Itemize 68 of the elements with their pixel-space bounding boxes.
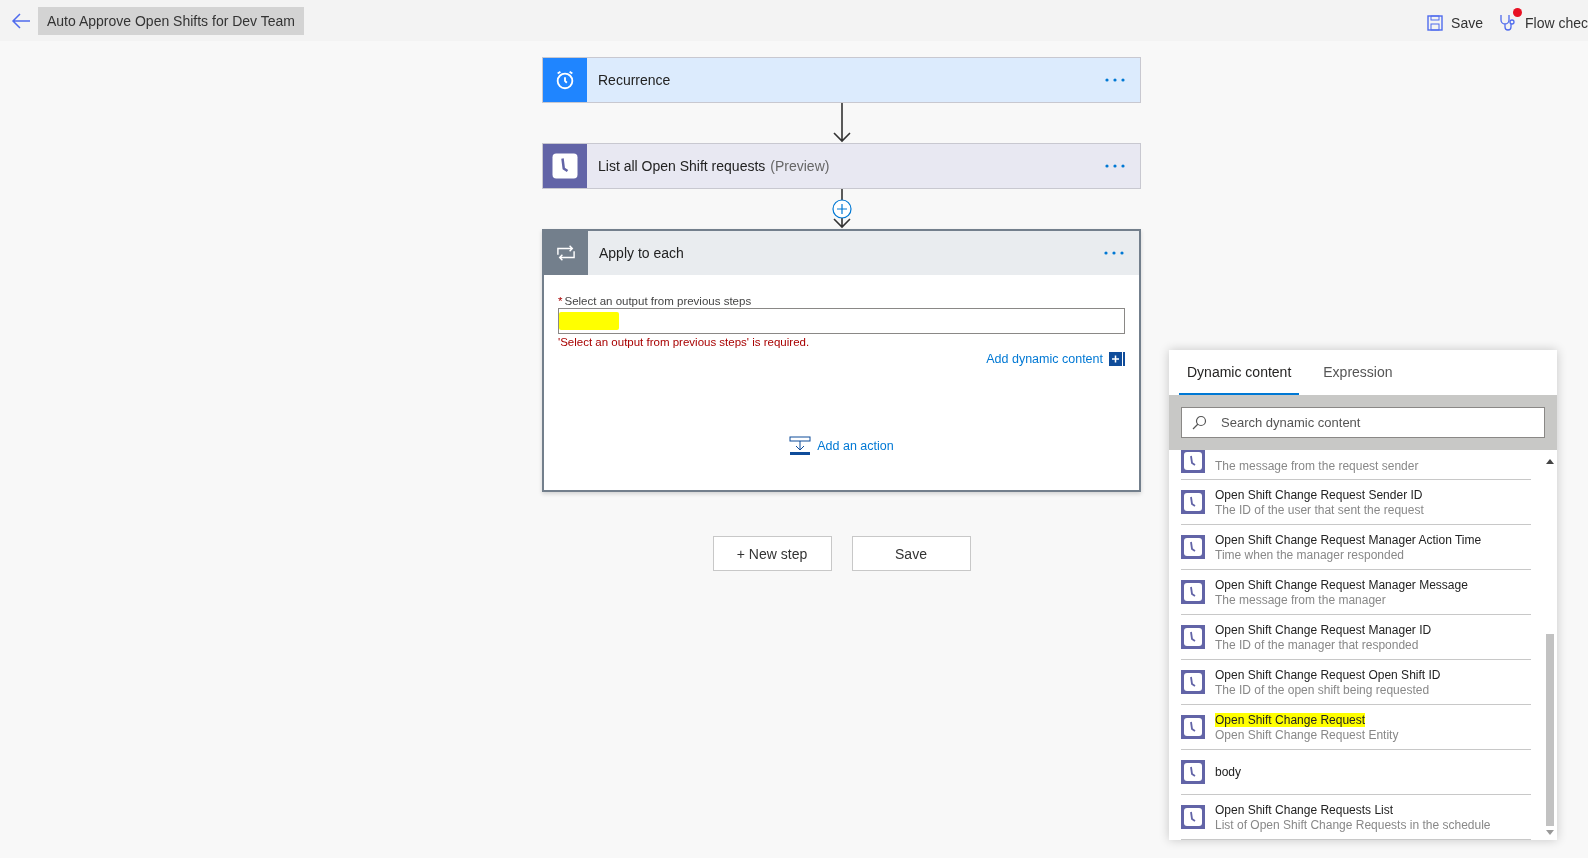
dynamic-content-item[interactable]: Open Shift Change Request Manager Message The message from the manager (1181, 570, 1531, 615)
dynamic-content-item[interactable]: Open Shift Change Request Open Shift ID The ID of the open shift being requested (1181, 660, 1531, 705)
item-title: body (1215, 765, 1242, 779)
flow-title: Auto Approve Open Shifts for Dev Team (38, 6, 304, 35)
dynamic-content-item[interactable]: Open Shift Change Request Open Shift Change Request Entity (1181, 705, 1531, 750)
error-message: 'Select an output from previous steps' is required. (558, 336, 811, 348)
dynamic-content-item[interactable]: The message from the request sender (1181, 450, 1531, 480)
more-options-icon[interactable] (1104, 163, 1126, 169)
add-action-icon[interactable] (789, 436, 812, 456)
scroll-down-icon[interactable] (1546, 830, 1554, 836)
clock-icon (1181, 580, 1205, 604)
item-description: The message from the manager (1215, 592, 1387, 607)
item-description: List of Open Shift Change Requests in the schedule (1215, 817, 1491, 832)
field-label: * Select an output from previous steps (558, 295, 753, 307)
clock-icon (1181, 450, 1205, 473)
alarm-clock-icon (554, 69, 576, 91)
item-title: Open Shift Change Request Manager ID (1215, 622, 1432, 637)
clock-icon (1181, 490, 1205, 514)
item-title: Open Shift Change Request (1215, 712, 1366, 727)
more-options-icon[interactable] (1103, 250, 1125, 256)
clock-icon (1181, 715, 1205, 739)
loop-arrows-icon (555, 244, 577, 262)
item-title: Open Shift Change Requests List (1215, 802, 1394, 817)
add-dynamic-content-link[interactable]: Add dynamic content (986, 352, 1103, 366)
clock-icon (550, 151, 580, 181)
item-description: Time when the manager responded (1215, 547, 1405, 562)
panel-tab[interactable]: Expression (1315, 350, 1401, 395)
stethoscope-icon (1498, 13, 1517, 32)
save-icon (1427, 14, 1444, 31)
item-description: The ID of the user that sent the request (1215, 502, 1424, 517)
dynamic-content-item[interactable]: Open Shift Change Requests List List of Open Shift Change Requests in the schedule (1181, 795, 1531, 840)
connector-arrow (830, 103, 853, 143)
step-card[interactable]: Recurrence (542, 57, 1141, 103)
add-step-icon[interactable] (831, 199, 852, 219)
step-title: List all Open Shift requests (598, 158, 766, 174)
clock-icon (1181, 760, 1205, 784)
item-description: The ID of the manager that responded (1215, 637, 1420, 652)
item-description: Open Shift Change Request Entity (1215, 727, 1399, 742)
item-title: Open Shift Change Request Open Shift ID (1215, 667, 1441, 682)
new-step-button[interactable]: + New step (712, 536, 832, 571)
preview-tag: (Preview) (770, 158, 830, 174)
step-card[interactable]: Apply to each * Select an output from previous steps 'Select an output from previous steps' is required. Add dynamic content Add an action (542, 229, 1141, 492)
dynamic-content-item[interactable]: Open Shift Change Request Sender ID The ID of the user that sent the request (1181, 480, 1531, 525)
item-title: Open Shift Change Request Sender ID (1215, 487, 1423, 502)
step-title: Apply to each (599, 245, 684, 261)
step-title: Recurrence (598, 72, 671, 88)
item-description: The ID of the open shift being requested (1215, 682, 1431, 697)
input-field[interactable] (558, 308, 1125, 334)
search-field[interactable]: Search dynamic content (1181, 407, 1545, 438)
dynamic-content-item[interactable]: Open Shift Change Request Manager ID The ID of the manager that responded (1181, 615, 1531, 660)
plus-icon[interactable] (1109, 352, 1125, 366)
dynamic-content-item[interactable]: Open Shift Change Request Manager Action Time Time when the manager responded (1181, 525, 1531, 570)
step-card[interactable]: List all Open Shift requests (Preview) (542, 143, 1141, 189)
more-options-icon[interactable] (1104, 77, 1126, 83)
item-description: The message from the request sender (1215, 459, 1419, 473)
scroll-up-icon[interactable] (1546, 458, 1554, 464)
search-icon (1192, 415, 1207, 430)
save-button[interactable]: Save (851, 536, 971, 571)
add-action-link[interactable]: Add an action (817, 439, 894, 453)
clock-icon (1181, 670, 1205, 694)
save-button[interactable]: Save (1427, 8, 1483, 33)
flow-checker-button[interactable]: Flow chec (1498, 7, 1588, 34)
item-title: Open Shift Change Request Manager Action Time (1215, 532, 1482, 547)
clock-icon (1181, 535, 1205, 559)
dynamic-content-item[interactable]: body (1181, 750, 1531, 795)
clock-icon (1181, 625, 1205, 649)
item-title: Open Shift Change Request Manager Message (1215, 577, 1468, 592)
clock-icon (1181, 805, 1205, 829)
